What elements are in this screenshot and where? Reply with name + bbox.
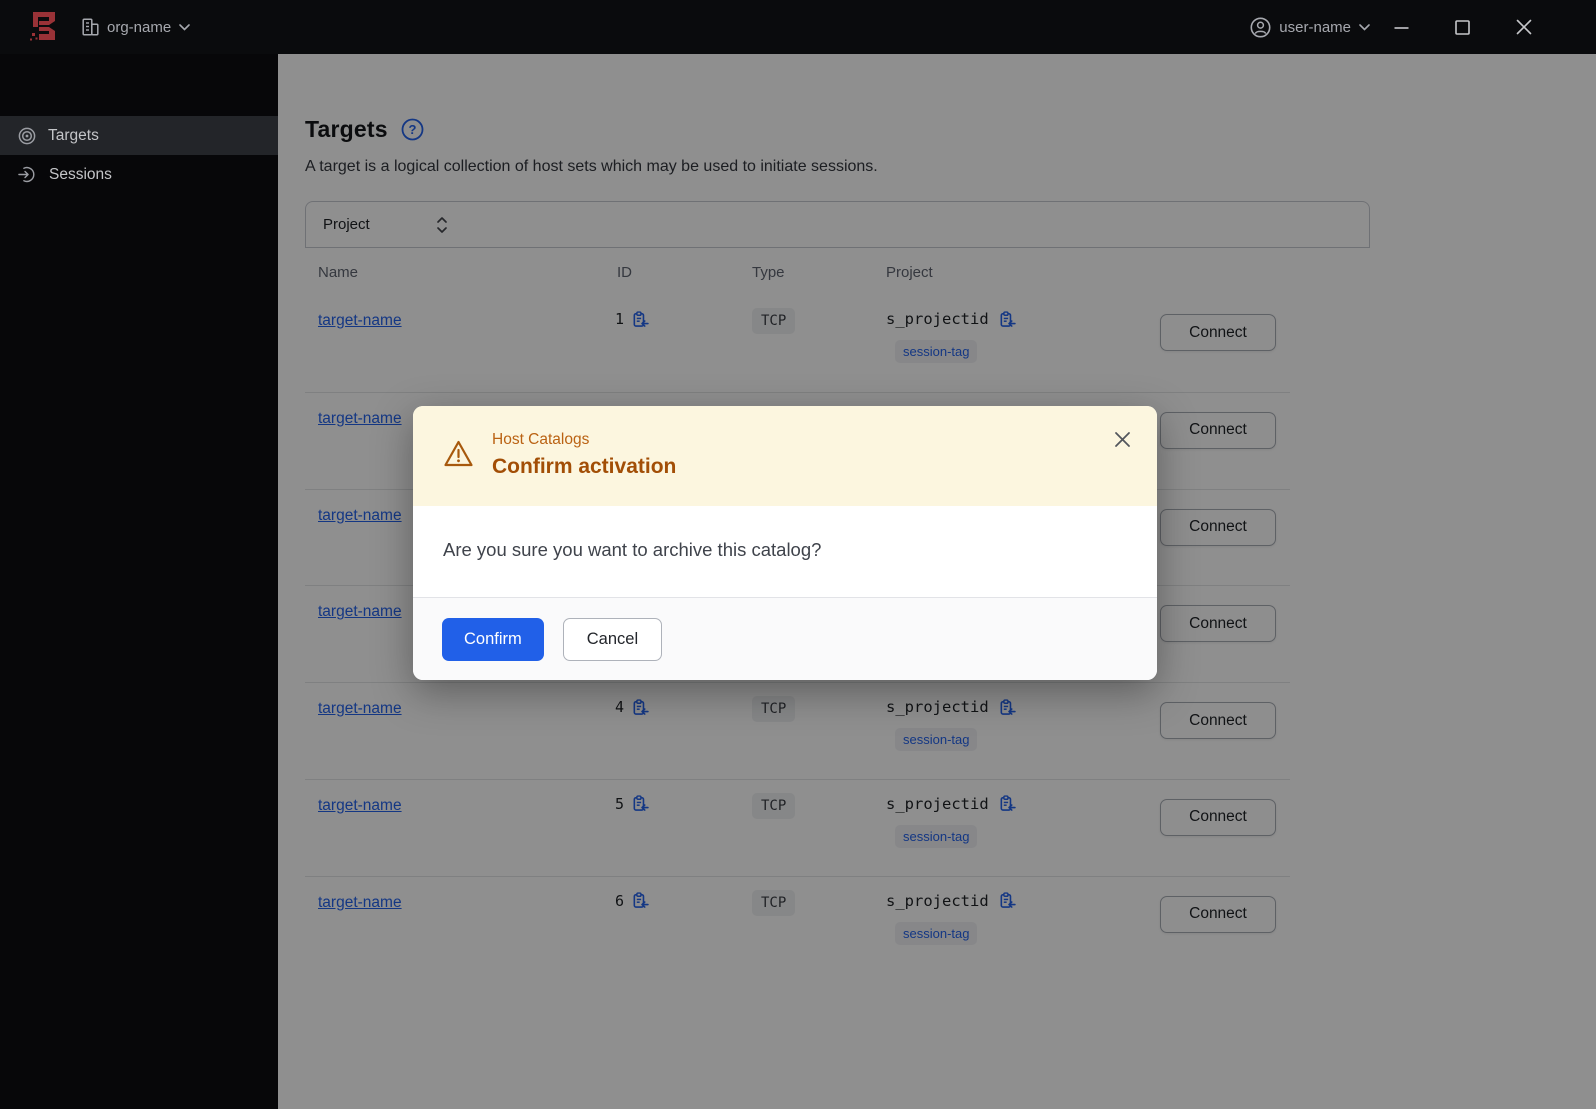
sidebar-item-sessions[interactable]: Sessions — [0, 155, 278, 194]
titlebar: org-name user-name — [0, 0, 1596, 54]
user-menu[interactable]: user-name — [1250, 17, 1370, 38]
chevron-down-icon — [1359, 23, 1370, 31]
session-entry-icon — [18, 166, 35, 183]
boundary-logo-icon — [30, 12, 55, 41]
close-icon — [1115, 432, 1130, 447]
maximize-button[interactable] — [1455, 19, 1470, 35]
close-window-button[interactable] — [1516, 19, 1532, 35]
confirm-button[interactable]: Confirm — [442, 617, 544, 661]
cancel-button[interactable]: Cancel — [562, 617, 663, 661]
org-switcher[interactable]: org-name — [82, 18, 191, 36]
minimize-button[interactable] — [1394, 20, 1409, 35]
sidebar: Targets Sessions — [0, 54, 278, 1109]
dialog-message: Are you sure you want to archive this ca… — [443, 539, 822, 560]
sidebar-item-label: Targets — [48, 126, 99, 144]
alert-triangle-icon — [444, 440, 473, 467]
sidebar-item-label: Sessions — [49, 165, 112, 183]
dialog-context-label: Host Catalogs — [492, 431, 590, 448]
confirm-dialog: Host Catalogs Confirm activation Are you… — [413, 406, 1157, 680]
dialog-header: Host Catalogs Confirm activation — [413, 406, 1157, 506]
dialog-title: Confirm activation — [492, 455, 677, 478]
target-icon — [18, 127, 36, 144]
dialog-close-button[interactable] — [1114, 431, 1131, 451]
user-name-label: user-name — [1279, 18, 1351, 36]
user-circle-icon — [1250, 17, 1271, 37]
org-name-label: org-name — [107, 18, 172, 36]
dialog-body: Are you sure you want to archive this ca… — [413, 506, 1157, 597]
chevron-down-icon — [179, 23, 191, 31]
dialog-footer: Confirm Cancel — [413, 597, 1157, 680]
building-icon — [82, 18, 99, 36]
sidebar-item-targets[interactable]: Targets — [0, 116, 278, 155]
